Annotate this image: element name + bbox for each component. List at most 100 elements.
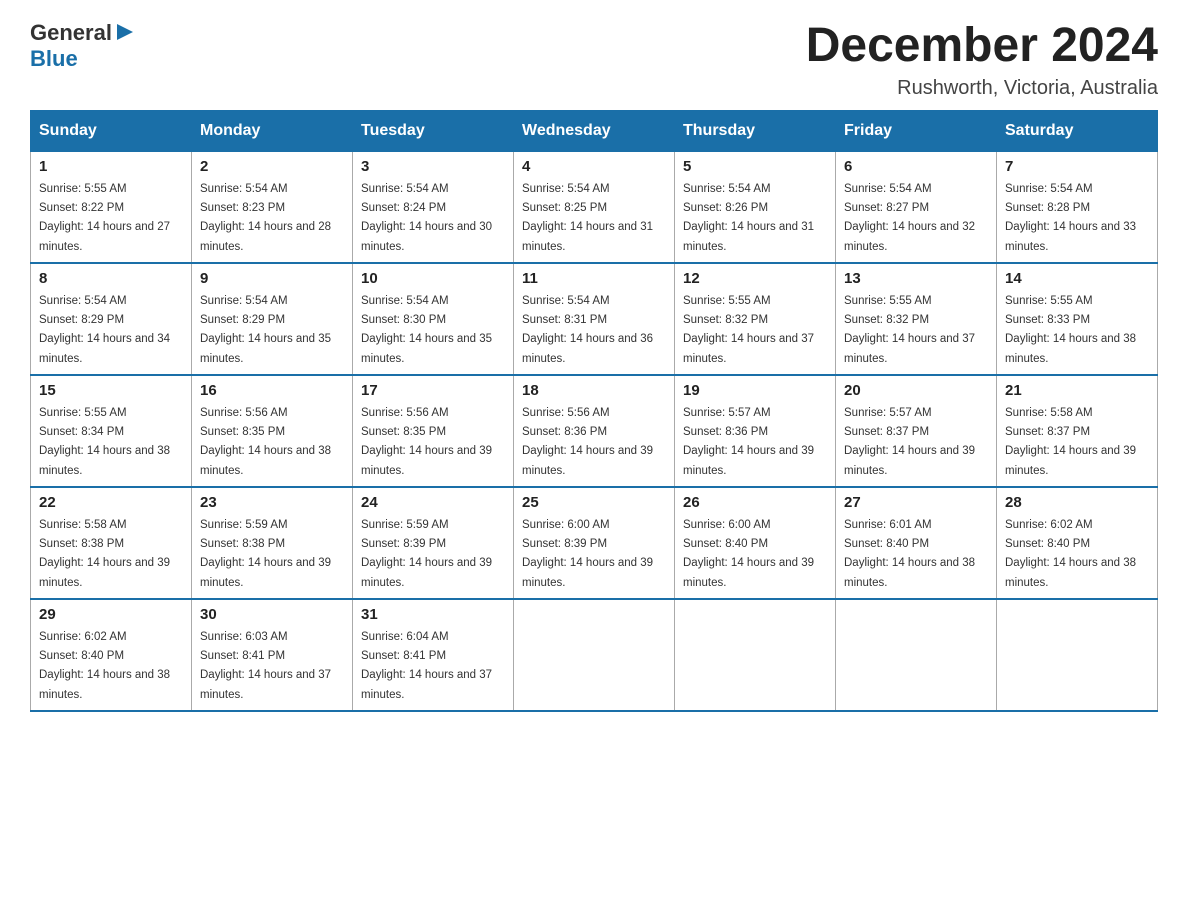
day-info: Sunrise: 6:00 AMSunset: 8:39 PMDaylight:… — [522, 519, 653, 589]
day-number: 3 — [361, 158, 505, 175]
calendar-cell: 28 Sunrise: 6:02 AMSunset: 8:40 PMDaylig… — [997, 487, 1158, 599]
day-info: Sunrise: 5:59 AMSunset: 8:38 PMDaylight:… — [200, 519, 331, 589]
day-info: Sunrise: 5:54 AMSunset: 8:23 PMDaylight:… — [200, 183, 331, 253]
week-row-5: 29 Sunrise: 6:02 AMSunset: 8:40 PMDaylig… — [31, 599, 1158, 711]
header-sunday: Sunday — [31, 111, 192, 151]
day-number: 24 — [361, 494, 505, 511]
day-number: 2 — [200, 158, 344, 175]
day-info: Sunrise: 5:56 AMSunset: 8:35 PMDaylight:… — [200, 407, 331, 477]
calendar-cell: 29 Sunrise: 6:02 AMSunset: 8:40 PMDaylig… — [31, 599, 192, 711]
day-number: 12 — [683, 270, 827, 287]
calendar-cell: 24 Sunrise: 5:59 AMSunset: 8:39 PMDaylig… — [353, 487, 514, 599]
day-number: 17 — [361, 382, 505, 399]
day-number: 15 — [39, 382, 183, 399]
day-info: Sunrise: 5:55 AMSunset: 8:32 PMDaylight:… — [844, 295, 975, 365]
calendar-cell: 1 Sunrise: 5:55 AMSunset: 8:22 PMDayligh… — [31, 151, 192, 263]
calendar-cell: 10 Sunrise: 5:54 AMSunset: 8:30 PMDaylig… — [353, 263, 514, 375]
day-info: Sunrise: 5:55 AMSunset: 8:22 PMDaylight:… — [39, 183, 170, 253]
day-info: Sunrise: 5:54 AMSunset: 8:25 PMDaylight:… — [522, 183, 653, 253]
calendar-cell: 2 Sunrise: 5:54 AMSunset: 8:23 PMDayligh… — [192, 151, 353, 263]
day-info: Sunrise: 5:57 AMSunset: 8:36 PMDaylight:… — [683, 407, 814, 477]
calendar-subtitle: Rushworth, Victoria, Australia — [806, 77, 1158, 100]
day-number: 31 — [361, 606, 505, 623]
calendar-cell: 6 Sunrise: 5:54 AMSunset: 8:27 PMDayligh… — [836, 151, 997, 263]
header-saturday: Saturday — [997, 111, 1158, 151]
day-info: Sunrise: 5:58 AMSunset: 8:37 PMDaylight:… — [1005, 407, 1136, 477]
week-row-3: 15 Sunrise: 5:55 AMSunset: 8:34 PMDaylig… — [31, 375, 1158, 487]
day-info: Sunrise: 5:56 AMSunset: 8:36 PMDaylight:… — [522, 407, 653, 477]
week-row-2: 8 Sunrise: 5:54 AMSunset: 8:29 PMDayligh… — [31, 263, 1158, 375]
header-tuesday: Tuesday — [353, 111, 514, 151]
day-number: 4 — [522, 158, 666, 175]
header-thursday: Thursday — [675, 111, 836, 151]
calendar-cell — [836, 599, 997, 711]
day-info: Sunrise: 5:55 AMSunset: 8:32 PMDaylight:… — [683, 295, 814, 365]
calendar-cell: 9 Sunrise: 5:54 AMSunset: 8:29 PMDayligh… — [192, 263, 353, 375]
calendar-cell: 4 Sunrise: 5:54 AMSunset: 8:25 PMDayligh… — [514, 151, 675, 263]
day-info: Sunrise: 6:01 AMSunset: 8:40 PMDaylight:… — [844, 519, 975, 589]
calendar-cell: 5 Sunrise: 5:54 AMSunset: 8:26 PMDayligh… — [675, 151, 836, 263]
calendar-cell: 16 Sunrise: 5:56 AMSunset: 8:35 PMDaylig… — [192, 375, 353, 487]
calendar-cell: 15 Sunrise: 5:55 AMSunset: 8:34 PMDaylig… — [31, 375, 192, 487]
day-number: 8 — [39, 270, 183, 287]
day-number: 9 — [200, 270, 344, 287]
calendar-cell: 26 Sunrise: 6:00 AMSunset: 8:40 PMDaylig… — [675, 487, 836, 599]
calendar-cell: 25 Sunrise: 6:00 AMSunset: 8:39 PMDaylig… — [514, 487, 675, 599]
day-info: Sunrise: 6:04 AMSunset: 8:41 PMDaylight:… — [361, 631, 492, 701]
calendar-cell: 11 Sunrise: 5:54 AMSunset: 8:31 PMDaylig… — [514, 263, 675, 375]
day-number: 22 — [39, 494, 183, 511]
week-row-4: 22 Sunrise: 5:58 AMSunset: 8:38 PMDaylig… — [31, 487, 1158, 599]
calendar-cell: 19 Sunrise: 5:57 AMSunset: 8:36 PMDaylig… — [675, 375, 836, 487]
calendar-title: December 2024 — [806, 20, 1158, 73]
calendar-cell: 20 Sunrise: 5:57 AMSunset: 8:37 PMDaylig… — [836, 375, 997, 487]
day-info: Sunrise: 5:55 AMSunset: 8:33 PMDaylight:… — [1005, 295, 1136, 365]
day-info: Sunrise: 5:54 AMSunset: 8:24 PMDaylight:… — [361, 183, 492, 253]
day-number: 30 — [200, 606, 344, 623]
calendar-cell — [514, 599, 675, 711]
day-info: Sunrise: 5:57 AMSunset: 8:37 PMDaylight:… — [844, 407, 975, 477]
day-info: Sunrise: 5:59 AMSunset: 8:39 PMDaylight:… — [361, 519, 492, 589]
day-number: 10 — [361, 270, 505, 287]
logo-arrow-icon — [115, 22, 135, 42]
day-number: 18 — [522, 382, 666, 399]
day-info: Sunrise: 5:55 AMSunset: 8:34 PMDaylight:… — [39, 407, 170, 477]
calendar-cell: 21 Sunrise: 5:58 AMSunset: 8:37 PMDaylig… — [997, 375, 1158, 487]
header-monday: Monday — [192, 111, 353, 151]
day-number: 20 — [844, 382, 988, 399]
day-info: Sunrise: 5:54 AMSunset: 8:31 PMDaylight:… — [522, 295, 653, 365]
day-number: 1 — [39, 158, 183, 175]
calendar-cell: 13 Sunrise: 5:55 AMSunset: 8:32 PMDaylig… — [836, 263, 997, 375]
day-number: 6 — [844, 158, 988, 175]
day-number: 27 — [844, 494, 988, 511]
day-number: 29 — [39, 606, 183, 623]
day-number: 14 — [1005, 270, 1149, 287]
day-number: 23 — [200, 494, 344, 511]
calendar-cell: 8 Sunrise: 5:54 AMSunset: 8:29 PMDayligh… — [31, 263, 192, 375]
logo-blue-text: Blue — [30, 47, 135, 71]
day-info: Sunrise: 5:54 AMSunset: 8:30 PMDaylight:… — [361, 295, 492, 365]
day-number: 7 — [1005, 158, 1149, 175]
logo-general-text: General — [30, 21, 112, 45]
day-info: Sunrise: 5:54 AMSunset: 8:26 PMDaylight:… — [683, 183, 814, 253]
day-info: Sunrise: 6:00 AMSunset: 8:40 PMDaylight:… — [683, 519, 814, 589]
day-number: 28 — [1005, 494, 1149, 511]
day-info: Sunrise: 6:02 AMSunset: 8:40 PMDaylight:… — [1005, 519, 1136, 589]
day-number: 25 — [522, 494, 666, 511]
calendar-cell: 23 Sunrise: 5:59 AMSunset: 8:38 PMDaylig… — [192, 487, 353, 599]
calendar-cell: 14 Sunrise: 5:55 AMSunset: 8:33 PMDaylig… — [997, 263, 1158, 375]
calendar-cell: 12 Sunrise: 5:55 AMSunset: 8:32 PMDaylig… — [675, 263, 836, 375]
calendar-cell — [997, 599, 1158, 711]
calendar-cell: 17 Sunrise: 5:56 AMSunset: 8:35 PMDaylig… — [353, 375, 514, 487]
day-info: Sunrise: 5:54 AMSunset: 8:29 PMDaylight:… — [200, 295, 331, 365]
calendar-cell: 7 Sunrise: 5:54 AMSunset: 8:28 PMDayligh… — [997, 151, 1158, 263]
calendar-cell: 3 Sunrise: 5:54 AMSunset: 8:24 PMDayligh… — [353, 151, 514, 263]
calendar-cell — [675, 599, 836, 711]
day-number: 26 — [683, 494, 827, 511]
day-info: Sunrise: 6:02 AMSunset: 8:40 PMDaylight:… — [39, 631, 170, 701]
logo: General Blue — [30, 20, 135, 71]
header: General Blue December 2024 Rushworth, Vi… — [30, 20, 1158, 100]
calendar-cell: 22 Sunrise: 5:58 AMSunset: 8:38 PMDaylig… — [31, 487, 192, 599]
title-area: December 2024 Rushworth, Victoria, Austr… — [806, 20, 1158, 100]
calendar-cell: 31 Sunrise: 6:04 AMSunset: 8:41 PMDaylig… — [353, 599, 514, 711]
calendar-table: SundayMondayTuesdayWednesdayThursdayFrid… — [30, 110, 1158, 712]
